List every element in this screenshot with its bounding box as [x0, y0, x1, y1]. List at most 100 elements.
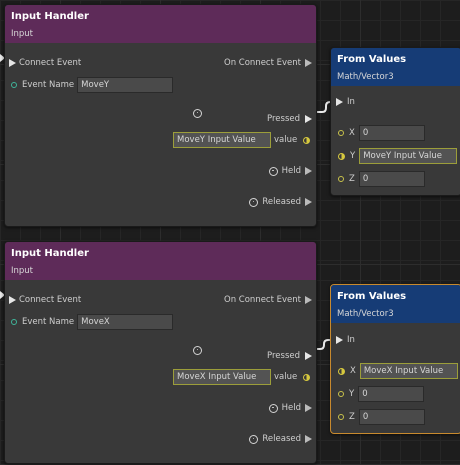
exec-out-port-icon[interactable] [305, 296, 312, 304]
released-label: Released [262, 434, 301, 444]
string-port-icon[interactable] [11, 319, 17, 325]
event-name-label: Event Name [22, 80, 75, 90]
on-connect-event-row[interactable]: On Connect Event [224, 53, 312, 73]
held-out-port-icon[interactable] [305, 404, 312, 412]
float-out-port-icon[interactable] [303, 373, 311, 381]
on-connect-event-label: On Connect Event [224, 295, 301, 305]
held-clock-icon [268, 403, 278, 413]
x-input[interactable]: MoveX Input Value [359, 363, 458, 379]
from-values-node-bottom[interactable]: From Values Math/Vector3 In X MoveX Inpu… [330, 284, 460, 434]
node-subtitle: Math/Vector3 [337, 72, 394, 82]
x-row: X 0 [338, 123, 425, 143]
node-subtitle: Input [11, 29, 34, 39]
x-row: X MoveX Input Value [338, 361, 458, 381]
exec-in-port-icon[interactable] [9, 59, 16, 67]
held-clock-icon [268, 166, 278, 176]
pressed-label: Pressed [267, 351, 300, 361]
from-values-node-top[interactable]: From Values Math/Vector3 In X 0 Y MoveY … [330, 47, 460, 196]
in-label: In [347, 97, 355, 107]
float-out-port-icon[interactable] [303, 136, 311, 144]
node-header[interactable]: Input Handler Input [5, 5, 316, 43]
float-in-port-icon[interactable] [338, 414, 344, 420]
node-title: From Values [337, 54, 407, 65]
value-field[interactable]: MoveY Input Value [173, 132, 271, 148]
x-label: X [349, 128, 355, 138]
event-name-row: Event Name MoveY [11, 75, 174, 95]
exec-in-port-icon[interactable] [9, 296, 16, 304]
x-input[interactable]: 0 [358, 125, 425, 141]
string-port-icon[interactable] [11, 82, 17, 88]
in-row[interactable]: In [336, 92, 355, 112]
z-row: Z 0 [338, 169, 425, 189]
pressed-clock-row [193, 340, 202, 360]
released-row[interactable]: Released [249, 192, 312, 212]
connect-event-row[interactable]: Connect Event [9, 290, 81, 310]
pressed-out-port-icon[interactable] [305, 115, 312, 123]
released-clock-icon [249, 434, 259, 444]
node-subtitle: Input [11, 266, 34, 276]
value-label: value [274, 135, 298, 145]
in-row[interactable]: In [336, 330, 355, 350]
y-input[interactable]: MoveY Input Value [359, 148, 458, 164]
value-row: MoveX Input Value value [173, 367, 311, 387]
pressed-label: Pressed [267, 114, 300, 124]
z-input[interactable]: 0 [358, 171, 425, 187]
z-label: Z [349, 412, 355, 422]
z-input[interactable]: 0 [358, 409, 425, 425]
connect-event-row[interactable]: Connect Event [9, 53, 81, 73]
on-connect-event-row[interactable]: On Connect Event [224, 290, 312, 310]
node-header[interactable]: Input Handler Input [5, 242, 316, 280]
released-out-port-icon[interactable] [305, 435, 312, 443]
y-row: Y MoveY Input Value [338, 146, 458, 166]
y-label: Y [349, 389, 355, 399]
float-in-port-connected-icon[interactable] [338, 367, 345, 375]
value-field[interactable]: MoveX Input Value [173, 369, 271, 385]
node-subtitle: Math/Vector3 [337, 309, 394, 319]
on-connect-event-label: On Connect Event [224, 58, 301, 68]
y-row: Y 0 [338, 384, 425, 404]
z-row: Z 0 [338, 407, 425, 427]
pressed-out-port-icon[interactable] [305, 352, 312, 360]
pressed-row[interactable]: Pressed [267, 109, 312, 129]
in-label: In [347, 335, 355, 345]
float-in-port-connected-icon[interactable] [338, 152, 345, 160]
node-title: Input Handler [11, 11, 89, 22]
float-in-port-icon[interactable] [338, 130, 344, 136]
value-row: MoveY Input Value value [173, 130, 311, 150]
held-label: Held [281, 166, 301, 176]
released-out-port-icon[interactable] [305, 198, 312, 206]
float-in-port-icon[interactable] [338, 176, 344, 182]
held-out-port-icon[interactable] [305, 167, 312, 175]
node-header[interactable]: From Values Math/Vector3 [331, 285, 460, 323]
held-row[interactable]: Held [268, 398, 312, 418]
held-row[interactable]: Held [268, 161, 312, 181]
z-label: Z [349, 174, 355, 184]
y-label: Y [350, 151, 356, 161]
exec-in-port-icon[interactable] [336, 336, 343, 344]
node-header[interactable]: From Values Math/Vector3 [331, 48, 460, 86]
pressed-clock-row [193, 103, 202, 123]
clock-icon [193, 345, 202, 355]
released-label: Released [262, 197, 301, 207]
event-name-input[interactable]: MoveY [77, 77, 174, 93]
node-title: From Values [337, 291, 407, 302]
input-handler-node-bottom[interactable]: Input Handler Input Connect Event On Con… [4, 241, 317, 464]
exec-out-port-icon[interactable] [305, 59, 312, 67]
exec-in-port-icon[interactable] [336, 98, 343, 106]
clock-icon [193, 108, 202, 118]
held-label: Held [281, 403, 301, 413]
connect-event-label: Connect Event [19, 58, 82, 68]
event-name-input[interactable]: MoveX [77, 314, 174, 330]
released-clock-icon [249, 197, 259, 207]
input-handler-node-top[interactable]: Input Handler Input Connect Event On Con… [4, 4, 317, 227]
y-input[interactable]: 0 [358, 386, 425, 402]
pressed-row[interactable]: Pressed [267, 346, 312, 366]
event-name-row: Event Name MoveX [11, 312, 174, 332]
x-label: X [350, 366, 356, 376]
float-in-port-icon[interactable] [338, 391, 344, 397]
connect-event-label: Connect Event [19, 295, 82, 305]
value-label: value [274, 372, 298, 382]
released-row[interactable]: Released [249, 429, 312, 449]
event-name-label: Event Name [22, 317, 75, 327]
node-title: Input Handler [11, 248, 89, 259]
